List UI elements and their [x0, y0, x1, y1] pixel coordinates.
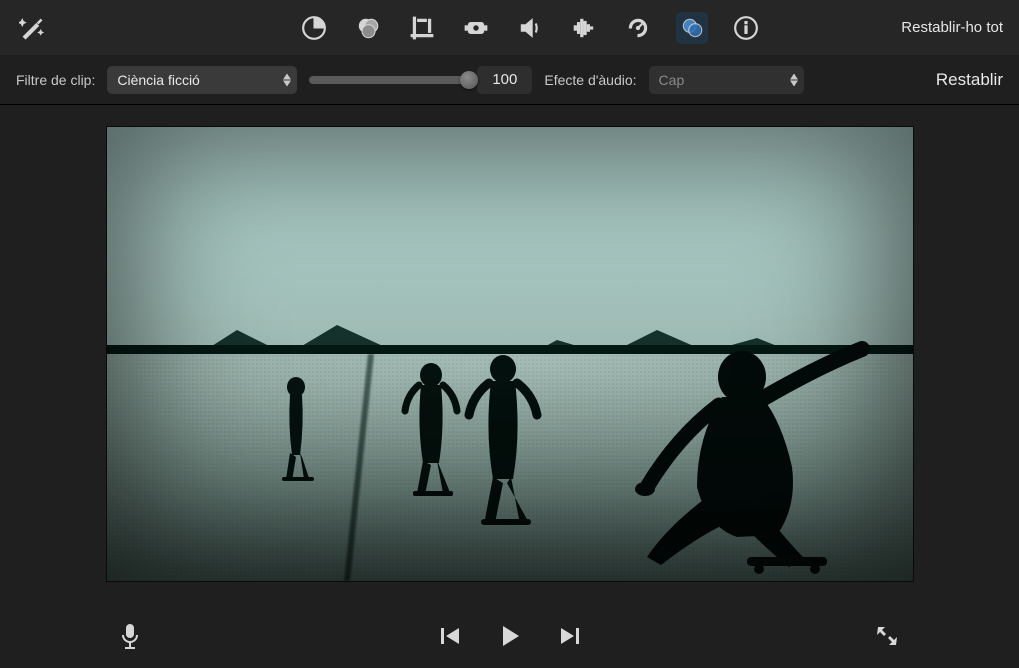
- chevron-updown-icon: [283, 73, 291, 86]
- enhance-icon[interactable]: [16, 12, 48, 44]
- top-toolbar: Restablir-ho tot: [0, 0, 1019, 55]
- chevron-updown-icon: [790, 73, 798, 86]
- audio-effect-label: Efecte d'àudio:: [544, 72, 636, 88]
- stabilize-icon[interactable]: [460, 12, 492, 44]
- video-preview[interactable]: [107, 127, 913, 581]
- playback-bar: [0, 603, 1019, 668]
- fullscreen-icon[interactable]: [875, 624, 899, 648]
- crop-icon[interactable]: [406, 12, 438, 44]
- reset-all-button[interactable]: Restablir-ho tot: [901, 19, 1003, 36]
- info-icon[interactable]: [730, 12, 762, 44]
- filters-icon[interactable]: [676, 12, 708, 44]
- previous-frame-icon[interactable]: [439, 625, 461, 647]
- intensity-slider[interactable]: [309, 76, 469, 84]
- play-icon[interactable]: [497, 623, 523, 649]
- color-correction-icon[interactable]: [352, 12, 384, 44]
- reset-button[interactable]: Restablir: [936, 70, 1003, 90]
- next-frame-icon[interactable]: [559, 625, 581, 647]
- filter-controls: Filtre de clip: Ciència ficció 100 Efect…: [0, 55, 1019, 105]
- volume-icon[interactable]: [514, 12, 546, 44]
- noise-reduction-icon[interactable]: [568, 12, 600, 44]
- clip-filter-value: Ciència ficció: [117, 72, 199, 88]
- intensity-value[interactable]: 100: [477, 66, 532, 94]
- voiceover-icon[interactable]: [120, 623, 140, 649]
- speed-icon[interactable]: [622, 12, 654, 44]
- clip-filter-label: Filtre de clip:: [16, 72, 95, 88]
- clip-filter-dropdown[interactable]: Ciència ficció: [107, 66, 297, 94]
- audio-effect-value: Cap: [659, 72, 685, 88]
- audio-effect-dropdown[interactable]: Cap: [649, 66, 804, 94]
- color-balance-icon[interactable]: [298, 12, 330, 44]
- preview-area: [0, 105, 1019, 603]
